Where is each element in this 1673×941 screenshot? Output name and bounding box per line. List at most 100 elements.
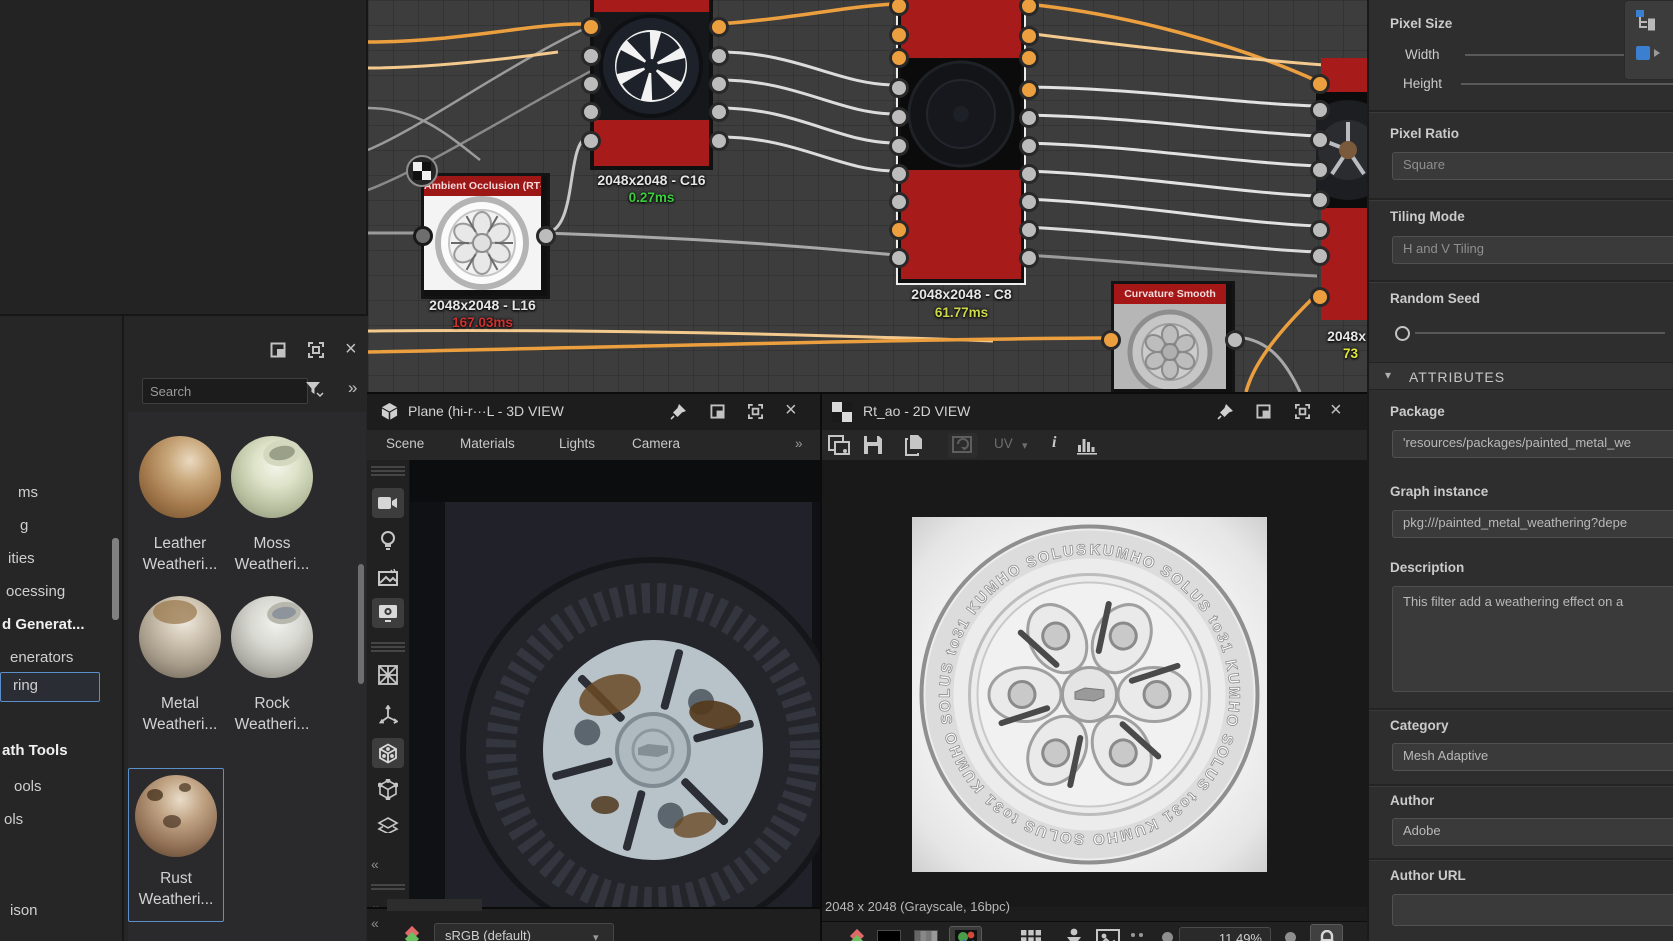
category-input[interactable]: Mesh Adaptive [1392,743,1673,771]
tile-mode-icon[interactable] [1129,931,1149,941]
uv-layers-icon[interactable] [372,810,404,840]
node-edge-input-dot[interactable] [1310,190,1330,210]
light-bulb-icon[interactable] [372,526,404,556]
maximize-icon[interactable] [1295,404,1310,419]
sidebar-item[interactable]: d Generat... [0,616,112,640]
node-c8-input-dot[interactable] [889,25,909,45]
menu-lights[interactable]: Lights [559,436,595,451]
attributes-section-header[interactable]: ▾ ATTRIBUTES [1369,362,1673,390]
view3d-titlebar[interactable]: Plane (hi-r···L - 3D VIEW × [367,394,820,431]
quad-view-icon[interactable] [372,660,404,690]
new-view-icon[interactable] [827,434,851,456]
width-slider[interactable] [1465,54,1625,56]
node-c8-input-dot[interactable] [889,220,909,240]
image-display-icon[interactable] [1096,929,1120,941]
node-c16-input-dot[interactable] [581,46,601,66]
zoom-out-icon[interactable] [1162,932,1173,941]
random-seed-slider[interactable] [1415,332,1665,334]
node-c8-output-dot[interactable] [1019,136,1039,156]
zoom-level-input[interactable]: 11.49% [1179,927,1271,941]
node-edge-input-dot[interactable] [1310,220,1330,240]
pin-icon[interactable] [670,403,687,420]
transform-view-button-disabled[interactable] [948,433,978,458]
node-c16-input-dot[interactable] [581,17,601,37]
maximize-icon[interactable] [748,404,763,419]
node-c8-output-dot[interactable] [1019,192,1039,212]
close-icon[interactable]: × [345,338,357,361]
maximize-icon[interactable] [308,342,324,358]
node-edge-input-dot[interactable] [1310,246,1330,266]
node-curvature-smooth[interactable]: Curvature Smooth [1111,281,1235,392]
node-c8-selected[interactable] [898,0,1024,283]
node-c8-input-dot[interactable] [889,107,909,127]
package-input[interactable]: 'resources/packages/painted_metal_we [1392,430,1673,458]
node-edge-input-dot[interactable] [1310,160,1330,180]
copy-icon[interactable] [904,434,926,456]
menu-overflow-icon[interactable]: » [795,436,803,451]
node-c16-output-dot[interactable] [709,17,729,37]
node-c8-output-dot[interactable] [1019,48,1039,68]
overflow-menu-icon[interactable]: » [348,378,357,398]
background-black-swatch[interactable] [877,930,901,941]
parent-size-icon[interactable] [1635,45,1663,61]
node-c16-output-dot[interactable] [709,74,729,94]
height-slider[interactable] [1461,83,1673,85]
node-edge-input-dot[interactable] [1310,130,1330,150]
collapse-handle-icon[interactable]: « [371,915,379,931]
cube-solid-icon[interactable] [372,738,404,768]
node-c8-output-dot[interactable] [1019,80,1039,100]
linked-size-icon[interactable] [1635,9,1657,31]
float-window-icon[interactable] [1256,404,1271,419]
node-c16-input-dot[interactable] [581,131,601,151]
node-c8-output-dot[interactable] [1019,248,1039,268]
node-c8-input-dot[interactable] [889,164,909,184]
sidebar-item[interactable]: g [0,517,130,541]
node-c8-input-dot[interactable] [889,192,909,212]
sidebar-item[interactable]: ocessing [0,583,116,607]
node-c16-input-dot[interactable] [581,102,601,122]
node-c8-input-dot[interactable] [889,136,909,156]
node-c8-output-dot[interactable] [1019,220,1039,240]
menu-camera[interactable]: Camera [632,436,680,451]
search-input[interactable] [142,378,308,404]
mannequin-icon[interactable] [1065,928,1083,941]
view2d-titlebar[interactable]: Rt_ao - 2D VIEW × [822,394,1367,431]
sidebar-item[interactable]: ools [0,778,124,802]
environment-image-icon[interactable] [372,562,404,592]
node-c8-output-dot[interactable] [1019,164,1039,184]
material-tile[interactable]: Metal Weatheri... [132,586,228,746]
pixel-ratio-select[interactable]: Square [1392,152,1673,180]
lock-zoom-button[interactable] [1310,924,1343,941]
node-ambient-occlusion-output-dot[interactable] [536,226,556,246]
sidebar-item[interactable]: enerators [0,649,120,673]
float-window-icon[interactable] [270,342,286,358]
menu-scene[interactable]: Scene [386,436,424,451]
filter-icon[interactable] [304,380,324,398]
view2d-viewport[interactable]: KUMHO SOLUS to31 KUMHO SOLUS to31 KUMHO … [822,460,1369,907]
graph-instance-input[interactable]: pkg:///painted_metal_weathering?depe [1392,510,1673,538]
library-scrollbar[interactable] [358,564,364,684]
histogram-icon[interactable] [1076,435,1102,455]
close-icon[interactable]: × [1330,399,1342,422]
close-icon[interactable]: × [785,399,797,422]
zoom-in-icon[interactable] [1285,932,1296,941]
node-edge-input-dot[interactable] [1310,287,1330,307]
cube-vertices-icon[interactable] [372,774,404,804]
description-textarea[interactable]: This filter add a weathering effect on a [1392,586,1673,692]
sidebar-item[interactable]: ison [0,902,120,926]
node-c16-output-dot[interactable] [709,131,729,151]
node-c8-output-dot[interactable] [1019,26,1039,46]
menu-materials[interactable]: Materials [460,436,515,451]
node-edge-input-dot[interactable] [1310,100,1330,120]
node-c16-output-dot[interactable] [709,46,729,66]
node-curvature-smooth-output-dot[interactable] [1225,330,1245,350]
sidebar-item[interactable]: ols [0,811,114,835]
node-c8-input-dot[interactable] [889,48,909,68]
pin-icon[interactable] [1217,403,1234,420]
material-tile-selected[interactable]: Rust Weatheri... [128,768,224,922]
float-window-icon[interactable] [710,404,725,419]
node-c16-input-dot[interactable] [581,74,601,94]
node-c8-input-dot[interactable] [889,248,909,268]
material-tile[interactable]: Leather Weatheri... [132,426,228,586]
node-curvature-smooth-input-dot[interactable] [1101,330,1121,350]
